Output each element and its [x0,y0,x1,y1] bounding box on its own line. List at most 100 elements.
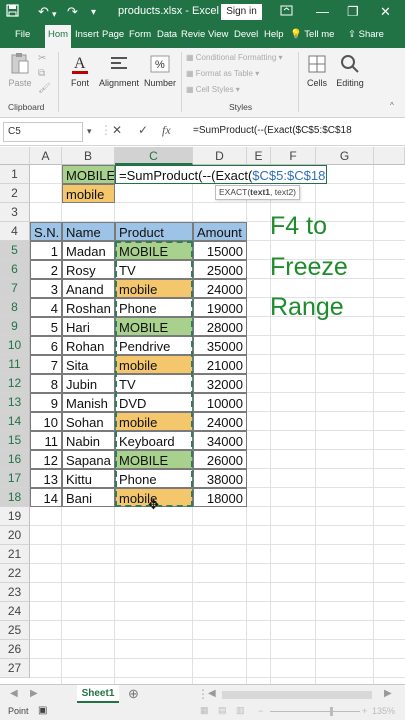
column-header-g[interactable]: G [316,147,374,165]
table-cell-amount[interactable]: 32000 [193,374,247,393]
table-cell-sn[interactable]: 1 [30,241,62,260]
row-header-7[interactable]: 7 [0,279,30,298]
table-cell-product[interactable]: MOBILE [115,450,193,469]
paste-button[interactable]: Paste [6,52,34,88]
table-cell-name[interactable]: Roshan [62,298,115,317]
row-header-21[interactable]: 21 [0,545,30,564]
cell-styles-button[interactable]: ▦ Cell Styles ▾ [186,85,240,94]
cancel-icon[interactable]: ✕ [112,123,122,137]
table-cell-product[interactable]: Phone [115,298,193,317]
cell-c1-editing[interactable]: =SumProduct(--(Exact($C$5:$C$18 [115,165,327,184]
cell-b2[interactable]: mobile [62,184,115,203]
row-header-20[interactable]: 20 [0,526,30,545]
column-header-b[interactable]: B [62,147,115,165]
table-cell-product[interactable]: mobile [115,412,193,431]
row-header-17[interactable]: 17 [0,469,30,488]
formula-input[interactable]: =SumProduct(--(Exact($C$5:$C$18 [193,125,352,136]
table-cell-sn[interactable]: 6 [30,336,62,355]
table-cell-product[interactable]: TV [115,374,193,393]
hscroll-right-icon[interactable]: ▶ [384,688,392,699]
collapse-ribbon-icon[interactable]: ^ [390,101,394,110]
macro-record-icon[interactable]: ▣ [38,705,47,716]
table-cell-name[interactable]: Bani [62,488,115,507]
table-cell-name[interactable]: Rohan [62,336,115,355]
row-header-26[interactable]: 26 [0,640,30,659]
tab-view[interactable]: View [208,29,228,40]
page-layout-view-icon[interactable]: ▤ [218,705,227,716]
table-cell-product[interactable]: mobile [115,355,193,374]
zoom-level[interactable]: 135% [372,706,395,716]
table-cell-amount[interactable]: 21000 [193,355,247,374]
column-header-f[interactable]: F [271,147,316,165]
table-cell-name[interactable]: Nabin [62,431,115,450]
zoom-out-icon[interactable]: − [258,706,263,716]
ribbon-options-icon[interactable] [280,4,293,21]
table-cell-amount[interactable]: 19000 [193,298,247,317]
row-header-1[interactable]: 1 [0,165,30,184]
table-cell-sn[interactable]: 5 [30,317,62,336]
row-header-16[interactable]: 16 [0,450,30,469]
tab-review[interactable]: Revie [181,29,205,40]
cells-button[interactable]: Cells [302,52,332,88]
tab-developer[interactable]: Devel [234,29,258,40]
row-header-19[interactable]: 19 [0,507,30,526]
row-header-23[interactable]: 23 [0,583,30,602]
table-cell-amount[interactable]: 15000 [193,241,247,260]
undo-icon[interactable]: ↶ [38,4,49,20]
row-header-2[interactable]: 2 [0,184,30,203]
table-cell-amount[interactable]: 24000 [193,279,247,298]
format-as-table-button[interactable]: ▦ Format as Table ▾ [186,69,259,78]
row-header-8[interactable]: 8 [0,298,30,317]
table-header-name[interactable]: Name [62,222,115,241]
tab-file[interactable]: File [15,29,30,40]
name-box-dropdown-icon[interactable]: ▾ [87,126,92,137]
format-painter-icon[interactable]: 🖌 [38,83,51,94]
row-header-9[interactable]: 9 [0,317,30,336]
table-cell-sn[interactable]: 9 [30,393,62,412]
horizontal-scrollbar[interactable] [222,691,372,699]
zoom-slider-thumb[interactable] [330,707,333,716]
column-header-d[interactable]: D [193,147,247,165]
column-header-h[interactable] [374,147,405,165]
table-header-product[interactable]: Product [115,222,193,241]
column-header-a[interactable]: A [30,147,62,165]
table-cell-amount[interactable]: 35000 [193,336,247,355]
tab-home[interactable]: Hom [45,25,72,48]
table-cell-name[interactable]: Anand [62,279,115,298]
save-icon[interactable] [6,4,19,21]
table-cell-product[interactable]: Phone [115,469,193,488]
row-header-25[interactable]: 25 [0,621,30,640]
row-header-5[interactable]: 5 [0,241,30,260]
scroll-left-icon[interactable]: ◀ [10,688,18,699]
table-header-sn[interactable]: S.N. [30,222,62,241]
table-cell-sn[interactable]: 13 [30,469,62,488]
row-header-18[interactable]: 18 [0,488,30,507]
table-cell-name[interactable]: Kittu [62,469,115,488]
table-cell-name[interactable]: Madan [62,241,115,260]
undo-dropdown-icon[interactable]: ▾ [52,6,57,22]
table-cell-amount[interactable]: 28000 [193,317,247,336]
row-header-13[interactable]: 13 [0,393,30,412]
insert-function-icon[interactable]: fx [162,123,171,138]
table-cell-sn[interactable]: 3 [30,279,62,298]
redo-icon[interactable]: ↷ [67,4,78,20]
zoom-slider[interactable] [270,711,360,712]
tab-data[interactable]: Data [157,29,177,40]
font-button[interactable]: A Font [64,52,96,88]
table-header-amount[interactable]: Amount [193,222,247,241]
minimize-icon[interactable]: — [316,4,329,20]
table-cell-amount[interactable]: 18000 [193,488,247,507]
table-cell-name[interactable]: Sohan [62,412,115,431]
row-header-15[interactable]: 15 [0,431,30,450]
page-break-view-icon[interactable]: ▥ [236,705,245,716]
zoom-in-icon[interactable]: + [362,706,367,716]
new-sheet-icon[interactable]: ⊕ [128,686,139,702]
hscroll-left-icon[interactable]: ◀ [208,688,216,699]
sheet-tab-sheet1[interactable]: Sheet1 [77,685,119,703]
table-cell-product[interactable]: DVD [115,393,193,412]
row-header-27[interactable]: 27 [0,659,30,678]
worksheet-grid[interactable]: A B C D E F G 1 2 3 4 5 6 7 8 9 10 11 12 13 14 15 16 17 1… [0,147,405,684]
table-cell-amount[interactable]: 24000 [193,412,247,431]
column-header-c[interactable]: C [115,147,193,165]
table-cell-amount[interactable]: 38000 [193,469,247,488]
